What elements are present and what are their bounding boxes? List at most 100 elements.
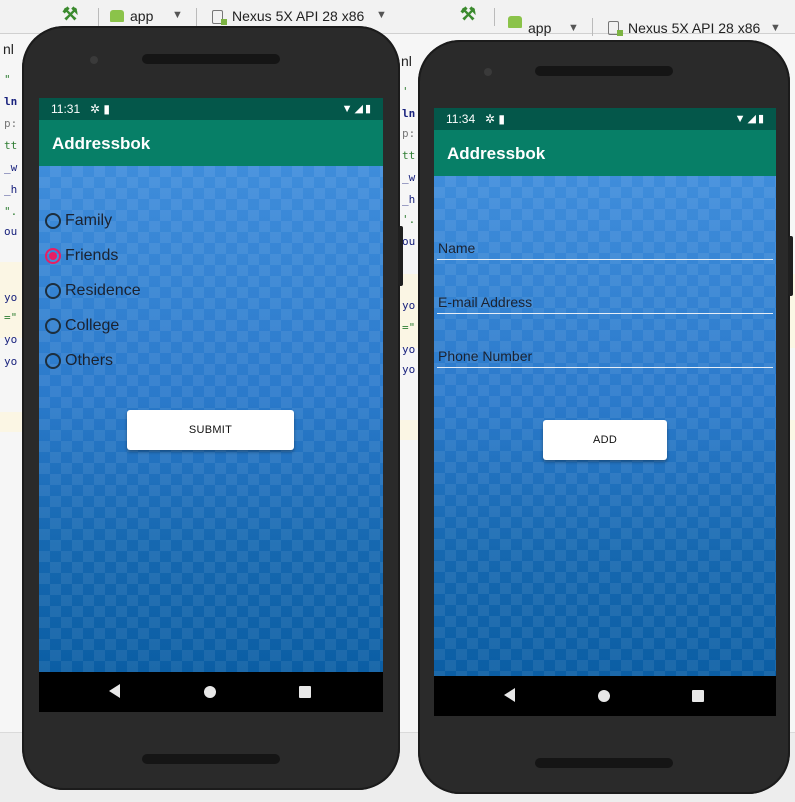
radio-button-checked-icon[interactable] bbox=[45, 248, 61, 264]
code-fragment: yo bbox=[4, 291, 18, 304]
status-time: 11:34 bbox=[446, 112, 476, 126]
radio-button-icon[interactable] bbox=[45, 318, 61, 334]
radio-option-residence[interactable]: Residence bbox=[45, 278, 141, 304]
code-fragment: _h bbox=[402, 193, 416, 206]
radio-option-friends[interactable]: Friends bbox=[45, 243, 118, 269]
home-icon[interactable] bbox=[204, 686, 216, 698]
code-fragment: '. bbox=[402, 213, 416, 226]
radio-label: Friends bbox=[65, 247, 119, 264]
status-bar: 11:34 ✲ ▮ ▼◢▮ bbox=[434, 108, 776, 130]
power-button[interactable] bbox=[788, 236, 793, 296]
front-camera bbox=[90, 56, 98, 64]
radio-button-icon[interactable] bbox=[45, 213, 61, 229]
radio-label: Others bbox=[65, 352, 114, 369]
code-fragment: yo bbox=[4, 355, 18, 368]
toolbar-divider bbox=[494, 8, 495, 26]
code-fragment: ln bbox=[402, 107, 416, 120]
run-config-label[interactable]: app bbox=[528, 20, 551, 36]
code-fragment: _w bbox=[4, 161, 18, 174]
recents-icon[interactable] bbox=[299, 686, 311, 698]
navigation-bar bbox=[434, 676, 776, 716]
hammer-icon[interactable]: ⚒ bbox=[460, 4, 476, 25]
toolbar-divider bbox=[196, 8, 197, 26]
recents-icon[interactable] bbox=[692, 690, 704, 702]
code-fragment: yo bbox=[402, 343, 416, 356]
code-fragment: ' bbox=[402, 85, 409, 98]
radio-button-icon[interactable] bbox=[45, 283, 61, 299]
code-fragment: tt bbox=[4, 139, 18, 152]
radio-group-screen: Family Friends Residence College Others … bbox=[39, 166, 383, 672]
code-fragment: ln bbox=[4, 95, 18, 108]
device-screen: 11:31 ✲ ▮ ▼◢▮ Addressbok Family Friends … bbox=[39, 98, 383, 712]
bottom-speaker bbox=[535, 758, 673, 768]
toolbar-divider bbox=[98, 8, 99, 26]
back-icon[interactable] bbox=[504, 688, 515, 702]
radio-button-icon[interactable] bbox=[45, 353, 61, 369]
email-field[interactable] bbox=[437, 284, 773, 314]
phone-number-field[interactable] bbox=[437, 338, 773, 368]
wifi-signal-battery-icon: ▼◢▮ bbox=[734, 113, 766, 125]
code-fragment: _w bbox=[402, 171, 416, 184]
submit-button[interactable]: SUBMIT bbox=[127, 410, 294, 450]
device-selector-label[interactable]: Nexus 5X API 28 x86 bbox=[628, 20, 760, 36]
app-bar: Addressbok bbox=[434, 130, 776, 176]
phone-number-input[interactable] bbox=[437, 348, 773, 364]
dropdown-arrow-icon[interactable]: ▼ bbox=[770, 22, 781, 34]
run-config-label[interactable]: app bbox=[130, 8, 153, 24]
app-bar: Addressbok bbox=[39, 120, 383, 166]
code-fragment: p: bbox=[4, 117, 18, 130]
radio-label: College bbox=[65, 317, 120, 334]
code-fragment: yo bbox=[4, 333, 18, 346]
dropdown-arrow-icon[interactable]: ▼ bbox=[568, 22, 579, 34]
code-fragment: ou bbox=[4, 225, 18, 238]
back-icon[interactable] bbox=[109, 684, 120, 698]
code-fragment: " bbox=[4, 73, 11, 86]
ide-toolbar: ⚒ app ▼ Nexus 5X API 28 x86 ▼ bbox=[398, 0, 795, 36]
app-title: Addressbok bbox=[447, 144, 546, 163]
radio-option-family[interactable]: Family bbox=[45, 208, 112, 234]
code-fragment: =" bbox=[402, 321, 416, 334]
wifi-signal-battery-icon: ▼◢▮ bbox=[341, 103, 373, 115]
app-title: Addressbok bbox=[52, 134, 151, 153]
name-input[interactable] bbox=[437, 240, 773, 256]
gear-icon: ✲ ▮ bbox=[485, 112, 505, 126]
radio-option-others[interactable]: Others bbox=[45, 348, 113, 374]
name-field[interactable] bbox=[437, 230, 773, 260]
bottom-speaker bbox=[142, 754, 280, 764]
add-contact-form: ADD bbox=[434, 176, 776, 676]
code-fragment: tt bbox=[402, 149, 416, 162]
front-camera bbox=[484, 68, 492, 76]
code-fragment: p: bbox=[402, 127, 416, 140]
radio-label: Family bbox=[65, 212, 113, 229]
dropdown-arrow-icon[interactable]: ▼ bbox=[172, 9, 183, 21]
editor-tab-fragment: nl bbox=[401, 53, 412, 69]
status-bar: 11:31 ✲ ▮ ▼◢▮ bbox=[39, 98, 383, 120]
editor-tab-fragment: nl bbox=[3, 41, 14, 57]
navigation-bar bbox=[39, 672, 383, 712]
radio-option-college[interactable]: College bbox=[45, 313, 119, 339]
code-fragment: yo bbox=[402, 363, 416, 376]
code-fragment: ". bbox=[4, 205, 18, 218]
top-speaker bbox=[142, 54, 280, 64]
dropdown-arrow-icon[interactable]: ▼ bbox=[376, 9, 387, 21]
add-button[interactable]: ADD bbox=[543, 420, 667, 460]
home-icon[interactable] bbox=[598, 690, 610, 702]
code-fragment: yo bbox=[402, 299, 416, 312]
gear-icon: ✲ ▮ bbox=[90, 102, 110, 116]
device-screen: 11:34 ✲ ▮ ▼◢▮ Addressbok ADD bbox=[434, 108, 776, 716]
code-fragment: ou bbox=[402, 235, 416, 248]
device-icon bbox=[608, 21, 623, 36]
android-icon bbox=[508, 16, 522, 28]
device-selector-label[interactable]: Nexus 5X API 28 x86 bbox=[232, 8, 364, 24]
power-button[interactable] bbox=[398, 226, 403, 286]
code-fragment: _h bbox=[4, 183, 18, 196]
android-icon bbox=[110, 10, 124, 22]
hammer-icon[interactable]: ⚒ bbox=[62, 4, 78, 25]
device-icon bbox=[212, 10, 227, 25]
code-fragment: =" bbox=[4, 311, 18, 324]
toolbar-divider bbox=[592, 18, 593, 36]
email-input[interactable] bbox=[437, 294, 773, 310]
radio-label: Residence bbox=[65, 282, 141, 299]
top-speaker bbox=[535, 66, 673, 76]
status-time: 11:31 bbox=[51, 102, 81, 116]
